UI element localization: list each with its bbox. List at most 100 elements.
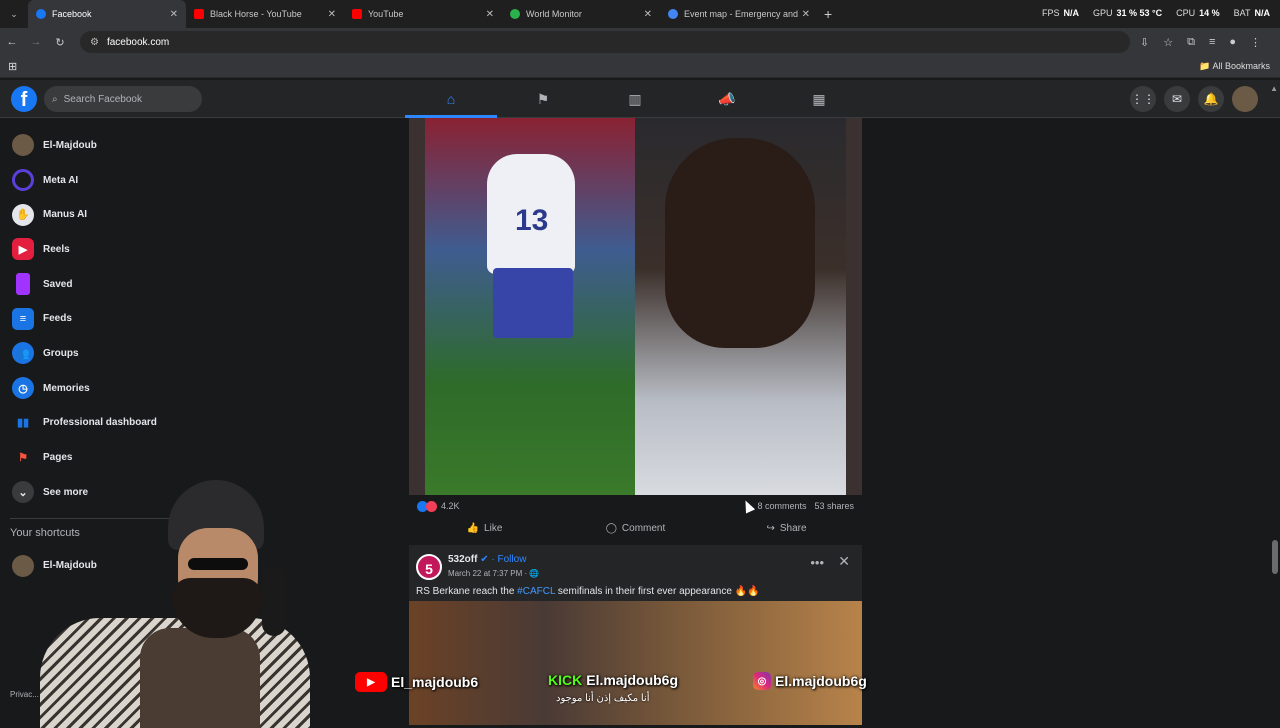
all-bookmarks-button[interactable]: 📁 All Bookmarks <box>1199 61 1270 72</box>
sidebar-item-memories[interactable]: ◷ Memories <box>0 371 200 406</box>
post-date-text: March 22 at 7:37 PM <box>448 569 523 578</box>
forward-icon[interactable]: → <box>24 36 48 48</box>
comments-count[interactable]: 8 comments <box>757 501 806 511</box>
meta-ai-icon <box>12 169 34 192</box>
megaphone-icon: 📣 <box>718 90 736 107</box>
page-scrollbar[interactable] <box>1272 540 1278 574</box>
reactions-count[interactable]: 4.2K <box>441 501 460 511</box>
profile-avatar-icon[interactable]: ● <box>1229 36 1236 49</box>
avatar <box>12 134 34 157</box>
account-avatar[interactable] <box>1232 86 1258 112</box>
sidebar-item-label: Professional dashboard <box>43 417 157 429</box>
bookmarks-bar: ⊞ 📁 All Bookmarks <box>0 56 1280 78</box>
dashboard-icon: ▮▮ <box>16 417 30 430</box>
tab-black-horse[interactable]: Black Horse - YouTube ✕ <box>186 0 344 28</box>
facebook-favicon-icon <box>36 9 46 19</box>
sidebar-item-reels[interactable]: ▶ Reels <box>0 232 200 267</box>
comment-button[interactable]: ◯ Comment <box>560 517 711 539</box>
cpu-label: CPU <box>1176 8 1196 18</box>
scroll-up-icon[interactable]: ▲ <box>1270 84 1278 93</box>
tab-event-map[interactable]: Event map - Emergency and Di... ✕ <box>660 0 818 28</box>
notifications-bell-icon[interactable]: 🔔 <box>1198 86 1224 112</box>
extensions-icon[interactable]: ⧉ <box>1187 36 1195 49</box>
reload-icon[interactable]: ↻ <box>48 36 72 49</box>
sidebar-item-meta-ai[interactable]: Meta AI <box>0 163 200 198</box>
fps-value: N/A <box>1063 8 1079 18</box>
instagram-handle-text: El.majdoub6g <box>775 673 867 689</box>
share-label: Share <box>779 522 807 534</box>
tab-world-monitor[interactable]: World Monitor ✕ <box>502 0 660 28</box>
tab-groups-icon[interactable]: ≡ <box>1209 36 1215 49</box>
close-tab-icon[interactable]: ✕ <box>486 9 494 20</box>
jersey-number: 13 <box>515 204 549 237</box>
post-text-after: semifinals in their first ever appearanc… <box>555 586 760 597</box>
main-nav-tabs: ⌂ ⚑ ▥ 📣 ▦ <box>405 80 865 118</box>
sidebar-item-label: Groups <box>43 347 79 359</box>
arabic-caption: أنا مكيف إذن أنا موجود <box>556 693 650 704</box>
post-image[interactable] <box>409 601 862 725</box>
close-tab-icon[interactable]: ✕ <box>170 9 178 20</box>
sidebar-item-label: Pages <box>43 452 73 464</box>
install-icon[interactable]: ⇩ <box>1140 36 1149 49</box>
player-photo-left: 13 <box>425 118 635 495</box>
post-image[interactable]: 13 <box>409 118 862 495</box>
like-button[interactable]: 👍 Like <box>409 517 560 539</box>
new-tab-icon[interactable]: + <box>824 6 832 22</box>
close-tab-icon[interactable]: ✕ <box>644 9 652 20</box>
tab-ads[interactable]: 📣 <box>681 80 773 118</box>
facebook-logo-icon[interactable]: f <box>11 86 37 112</box>
sidebar-item-saved[interactable]: Saved <box>0 267 200 302</box>
tab-title: Facebook <box>52 9 92 19</box>
comment-label: Comment <box>621 522 666 534</box>
sidebar-item-profile[interactable]: El-Majdoub <box>0 128 200 163</box>
streamer-inner-shirt <box>140 628 260 728</box>
tab-title: World Monitor <box>526 9 582 19</box>
messenger-icon[interactable]: ✉ <box>1164 86 1190 112</box>
apps-grid-icon[interactable]: ⊞ <box>8 60 17 73</box>
tab-facebook[interactable]: Facebook ✕ <box>28 0 186 28</box>
site-settings-icon[interactable]: ⚙ <box>90 37 99 48</box>
tab-search-icon[interactable]: ⌄ <box>0 9 28 20</box>
social-handles-overlay: ▶ El_majdoub6 KICK El.majdoub6g ◎ El.maj… <box>355 672 915 694</box>
sidebar-item-professional-dashboard[interactable]: ▮▮ Professional dashboard <box>0 406 200 441</box>
saved-icon <box>16 273 30 296</box>
menu-icon[interactable]: ⋮ <box>1250 36 1261 49</box>
sidebar-item-label: Feeds <box>43 313 72 325</box>
sidebar-item-manus-ai[interactable]: ✋ Manus AI <box>0 197 200 232</box>
facebook-header: f ⌕ Search Facebook ⌂ ⚑ ▥ 📣 ▦ ⋮⋮ ✉ 🔔 <box>0 80 1280 118</box>
tab-events[interactable]: ▦ <box>773 80 865 118</box>
close-tab-icon[interactable]: ✕ <box>802 9 810 20</box>
sidebar-item-label: Manus AI <box>43 209 88 221</box>
page-name[interactable]: 532off <box>448 554 477 565</box>
sidebar-item-feeds[interactable]: ≡ Feeds <box>0 301 200 336</box>
close-tab-icon[interactable]: ✕ <box>328 9 336 20</box>
all-bookmarks-label: All Bookmarks <box>1212 61 1270 71</box>
search-input[interactable]: ⌕ Search Facebook <box>44 86 202 112</box>
tab-pages[interactable]: ⚑ <box>497 80 589 118</box>
sidebar-item-groups[interactable]: 👥 Groups <box>0 336 200 371</box>
follow-link[interactable]: Follow <box>498 554 527 565</box>
globe-icon: 🌐 <box>529 569 540 578</box>
post-date[interactable]: March 22 at 7:37 PM · 🌐 <box>448 569 539 578</box>
browser-toolbar: ← → ↻ ⚙ facebook.com ⇩ ☆ ⧉ ≡ ● ⋮ <box>0 28 1280 56</box>
more-options-icon[interactable]: ••• <box>810 555 824 570</box>
close-icon[interactable]: ✕ <box>838 553 850 570</box>
bookmark-star-icon[interactable]: ☆ <box>1163 36 1173 49</box>
tab-insights[interactable]: ▥ <box>589 80 681 118</box>
address-bar[interactable]: ⚙ facebook.com <box>80 31 1130 53</box>
post-reactions-bar: 4.2K 8 comments 53 shares <box>409 495 862 517</box>
back-icon[interactable]: ← <box>0 36 24 48</box>
like-label: Like <box>484 522 503 534</box>
hashtag-link[interactable]: #CAFCL <box>517 586 555 597</box>
page-avatar[interactable]: 5 <box>416 554 442 580</box>
youtube-handle: ▶ El_majdoub6 <box>355 672 478 692</box>
share-button[interactable]: ↪ Share <box>711 517 862 539</box>
kick-handle-text: El.majdoub6g <box>586 672 679 688</box>
tab-home[interactable]: ⌂ <box>405 80 497 118</box>
menu-grid-icon[interactable]: ⋮⋮ <box>1130 86 1156 112</box>
manus-ai-icon: ✋ <box>12 203 34 226</box>
shares-count[interactable]: 53 shares <box>814 501 854 511</box>
memories-icon: ◷ <box>12 377 34 400</box>
tab-title: Event map - Emergency and Di... <box>684 9 798 19</box>
tab-youtube[interactable]: YouTube ✕ <box>344 0 502 28</box>
